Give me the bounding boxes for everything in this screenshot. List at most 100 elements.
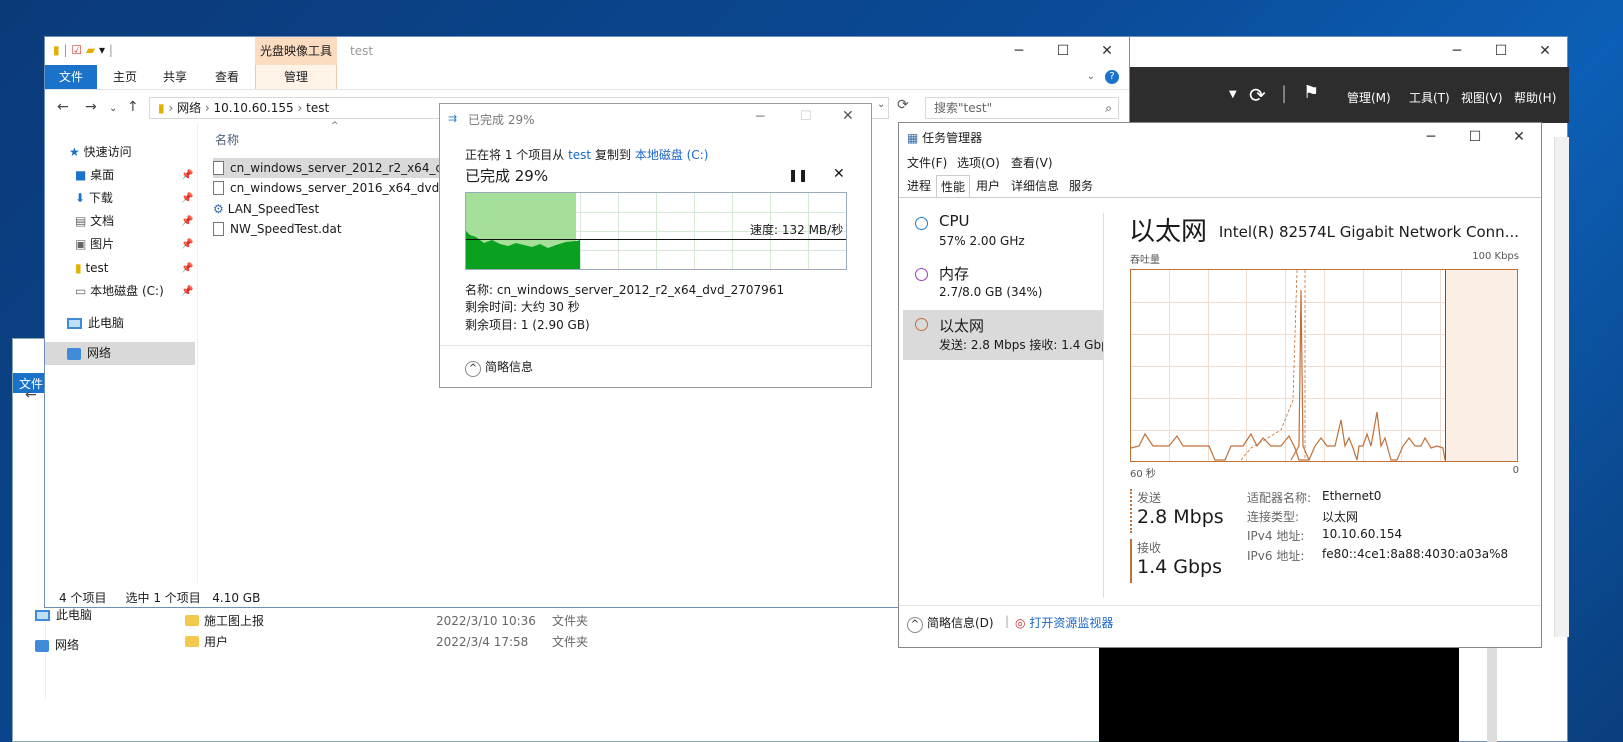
- tab-share[interactable]: 共享: [151, 65, 199, 89]
- menu-view[interactable]: 视图(V): [1461, 89, 1503, 106]
- cpu-ring-icon: [915, 217, 928, 230]
- bg-nav-network[interactable]: 网络: [35, 634, 79, 656]
- ribbon-expand-icon[interactable]: ⌄: [1087, 71, 1095, 82]
- cancel-icon[interactable]: ✕: [833, 166, 845, 182]
- copy-icon: ⇉: [448, 112, 458, 125]
- close-icon[interactable]: ✕: [1497, 123, 1541, 151]
- maximize-icon[interactable]: ☐: [1479, 37, 1523, 65]
- pin-icon[interactable]: 📌: [181, 263, 193, 274]
- minimize-icon[interactable]: ─: [1409, 123, 1453, 151]
- progress-label: 已完成 29%: [465, 167, 549, 185]
- status-bar: 4 个项目 选中 1 个项目 4.10 GB: [59, 591, 261, 605]
- close-icon[interactable]: ✕: [1085, 37, 1129, 65]
- minimize-icon[interactable]: ─: [997, 37, 1041, 65]
- vertical-scrollbar[interactable]: [1554, 137, 1569, 637]
- tab-details[interactable]: 详细信息: [1007, 175, 1063, 197]
- recent-locations-icon[interactable]: ⌄: [109, 103, 117, 114]
- properties-icon[interactable]: ▮: [53, 43, 60, 57]
- pin-icon[interactable]: 📌: [181, 239, 193, 250]
- breadcrumb-host[interactable]: 10.10.60.155: [214, 101, 294, 115]
- tab-view[interactable]: 查看: [203, 65, 251, 89]
- less-info-button[interactable]: ^ 简略信息: [465, 358, 533, 377]
- tab-file[interactable]: 文件: [45, 65, 97, 89]
- search-input[interactable]: 搜索"test" ⌕: [925, 97, 1119, 119]
- minimize-icon[interactable]: ─: [1435, 37, 1479, 65]
- source-link[interactable]: test: [568, 148, 591, 162]
- pin-icon[interactable]: 📌: [181, 193, 193, 204]
- nav-network[interactable]: 网络: [45, 342, 195, 365]
- new-folder-icon[interactable]: ▰: [86, 43, 95, 57]
- list-item[interactable]: NW_SpeedTest.dat: [213, 219, 439, 239]
- prop-value: Ethernet0: [1322, 489, 1382, 503]
- help-icon[interactable]: ?: [1105, 70, 1119, 84]
- menu-help[interactable]: 帮助(H): [1514, 89, 1556, 106]
- tab-services[interactable]: 服务: [1065, 175, 1097, 197]
- tab-manage[interactable]: 管理: [255, 65, 337, 89]
- list-item[interactable]: 用户: [185, 631, 228, 653]
- pin-icon[interactable]: 📌: [181, 286, 193, 297]
- maximize-icon[interactable]: ☐: [1453, 123, 1497, 151]
- throughput-chart: [1130, 269, 1518, 462]
- chevron-down-icon[interactable]: ▼: [1229, 89, 1237, 100]
- list-item[interactable]: cn_windows_server_2012_r2_x64_dvd: [213, 158, 439, 178]
- flag-icon[interactable]: ⚑: [1303, 82, 1319, 103]
- refresh-icon[interactable]: ⟳: [897, 97, 909, 113]
- minimize-icon[interactable]: ─: [756, 109, 764, 125]
- resource-monitor-icon: ◎: [1015, 616, 1026, 630]
- menu-options[interactable]: 选项(O): [957, 154, 1000, 171]
- perf-item-detail: 57% 2.00 GHz: [939, 234, 1025, 248]
- perf-item-cpu[interactable]: CPU 57% 2.00 GHz: [903, 209, 1103, 259]
- nav-downloads[interactable]: ⬇ 下载: [75, 187, 225, 210]
- back-arrow-icon[interactable]: ←: [57, 99, 69, 115]
- menu-file[interactable]: 文件(F): [907, 154, 947, 171]
- star-icon: ★: [69, 145, 80, 159]
- prop-value: 以太网: [1322, 510, 1359, 524]
- forward-arrow-icon[interactable]: →: [85, 99, 97, 115]
- send-label: 发送: [1137, 491, 1162, 505]
- close-icon[interactable]: ✕: [842, 108, 854, 124]
- perf-item-memory[interactable]: 内存 2.7/8.0 GB (34%): [903, 260, 1103, 310]
- refresh-icon[interactable]: ⟳: [1249, 83, 1266, 107]
- tab-users[interactable]: 用户: [972, 175, 1004, 197]
- nav-this-pc[interactable]: 此电脑: [67, 312, 217, 335]
- maximize-icon: ☐: [800, 109, 812, 124]
- menu-tools[interactable]: 工具(T): [1409, 89, 1450, 106]
- nav-local-disk[interactable]: ▭ 本地磁盘 (C:): [75, 280, 225, 303]
- pin-icon[interactable]: 📌: [181, 170, 193, 181]
- open-resource-monitor-link[interactable]: ◎ 打开资源监视器: [1015, 614, 1113, 631]
- nav-pictures[interactable]: ▣ 图片: [75, 233, 225, 256]
- tab-home[interactable]: 主页: [101, 65, 149, 89]
- checklist-icon[interactable]: ☑: [71, 43, 82, 57]
- pin-icon[interactable]: 📌: [181, 216, 193, 227]
- breadcrumb-folder[interactable]: test: [306, 101, 329, 115]
- prop-key: IPv4 地址:: [1247, 529, 1305, 543]
- dark-panel: [1099, 647, 1459, 742]
- tab-processes[interactable]: 进程: [903, 175, 935, 197]
- fewer-details-button[interactable]: ^ 简略信息(D): [907, 614, 994, 633]
- destination-link[interactable]: 本地磁盘 (C:): [635, 148, 709, 162]
- task-manager-title: ▦ 任务管理器: [907, 131, 983, 145]
- close-icon[interactable]: ✕: [1523, 37, 1567, 65]
- maximize-icon[interactable]: ☐: [1041, 37, 1085, 65]
- nav-documents[interactable]: ▤ 文档: [75, 210, 225, 233]
- customize-toolbar-icon[interactable]: ▾: [99, 43, 105, 57]
- pause-icon[interactable]: ❚❚: [788, 168, 808, 182]
- server-caption-buttons: ─ ☐ ✕: [1435, 37, 1567, 65]
- document-icon: ▤: [75, 214, 87, 228]
- tab-performance[interactable]: 性能: [936, 175, 971, 197]
- up-arrow-icon[interactable]: ↑: [127, 99, 139, 115]
- perf-item-ethernet[interactable]: 以太网 发送: 2.8 Mbps 接收: 1.4 Gbp: [903, 310, 1103, 360]
- nav-desktop[interactable]: ■ 桌面: [75, 164, 225, 187]
- nav-test[interactable]: ▮ test: [75, 257, 225, 280]
- list-item[interactable]: ⚙ LAN_SpeedTest: [213, 199, 439, 219]
- desktop-icon: ■: [75, 168, 87, 182]
- menu-view[interactable]: 查看(V): [1011, 154, 1053, 171]
- list-item[interactable]: 施工图上报: [185, 610, 264, 632]
- menu-manage[interactable]: 管理(M): [1347, 89, 1391, 106]
- list-item[interactable]: cn_windows_server_2016_x64_dvd_97: [213, 178, 439, 198]
- prop-value: fe80::4ce1:8a88:4030:a03a%8: [1322, 547, 1509, 561]
- page-title: 以太网: [1129, 217, 1208, 247]
- breadcrumb-network[interactable]: 网络: [177, 101, 201, 115]
- task-manager-window: ▦ 任务管理器 ─ ☐ ✕ 文件(F) 选项(O) 查看(V) 进程 性能 用户 详…: [898, 122, 1542, 648]
- address-dropdown-icon[interactable]: ⌄: [877, 99, 885, 110]
